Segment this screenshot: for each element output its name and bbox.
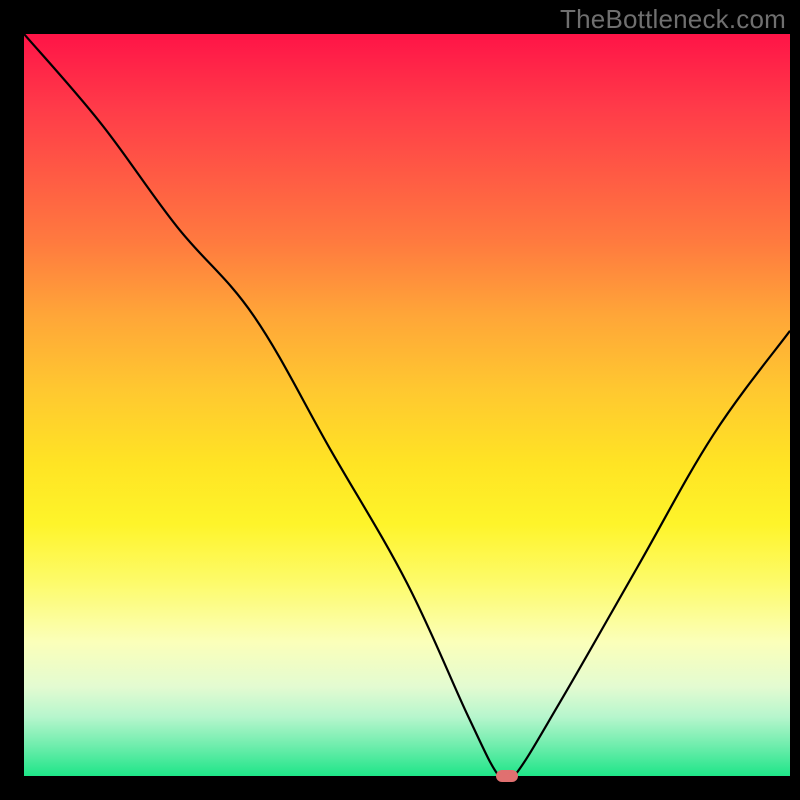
watermark-label: TheBottleneck.com	[560, 4, 786, 35]
chart-container: TheBottleneck.com	[0, 0, 800, 800]
plot-area	[24, 34, 790, 776]
curve-svg	[24, 34, 790, 776]
optimal-point-marker	[496, 770, 518, 782]
bottleneck-curve	[24, 34, 790, 776]
